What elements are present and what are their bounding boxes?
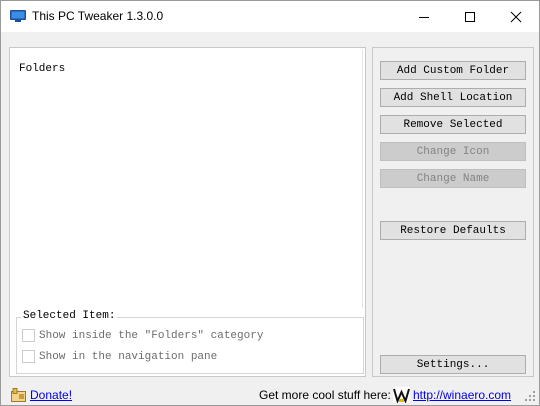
maximize-icon — [465, 11, 475, 22]
add-custom-folder-button[interactable]: Add Custom Folder — [380, 61, 526, 80]
change-name-button[interactable]: Change Name — [380, 169, 526, 188]
window-title: This PC Tweaker 1.3.0.0 — [32, 9, 164, 23]
more-stuff-text: Get more cool stuff here: — [259, 388, 391, 402]
winaero-link[interactable]: http://winaero.com — [413, 388, 511, 402]
show-in-folders-option[interactable]: Show inside the "Folders" category — [22, 329, 263, 342]
close-button[interactable] — [493, 1, 539, 32]
show-in-nav-pane-checkbox[interactable] — [22, 350, 35, 363]
this-pc-icon — [10, 10, 26, 22]
winaero-w-icon — [393, 387, 410, 403]
add-shell-location-button[interactable]: Add Shell Location — [380, 88, 526, 107]
show-in-nav-pane-option[interactable]: Show in the navigation pane — [22, 350, 217, 363]
minimize-button[interactable] — [401, 1, 447, 32]
show-in-folders-label: Show inside the "Folders" category — [39, 329, 264, 342]
maximize-button[interactable] — [447, 1, 493, 32]
actions-panel: Add Custom Folder Add Shell Location Rem… — [372, 47, 534, 377]
change-icon-button[interactable]: Change Icon — [380, 142, 526, 161]
title-bar[interactable]: This PC Tweaker 1.3.0.0 — [1, 1, 539, 32]
donate-link[interactable]: Donate! — [30, 388, 72, 402]
status-bar: Donate! Get more cool stuff here: http:/… — [1, 385, 539, 405]
show-in-nav-pane-label: Show in the navigation pane — [39, 350, 218, 363]
donate-icon — [11, 388, 26, 402]
minimize-icon — [419, 16, 429, 18]
folders-tree-node[interactable]: Folders — [19, 63, 65, 75]
list-divider — [362, 50, 363, 308]
folders-list[interactable]: Folders Selected Item: Show inside the "… — [9, 47, 366, 377]
selected-item-title: Selected Item: — [21, 310, 118, 322]
resize-grip-icon[interactable] — [524, 390, 536, 402]
restore-defaults-button[interactable]: Restore Defaults — [380, 221, 526, 240]
settings-button[interactable]: Settings... — [380, 355, 526, 374]
close-icon — [510, 11, 522, 22]
remove-selected-button[interactable]: Remove Selected — [380, 115, 526, 134]
selected-item-group: Selected Item: Show inside the "Folders"… — [16, 310, 364, 374]
show-in-folders-checkbox[interactable] — [22, 329, 35, 342]
main-window: This PC Tweaker 1.3.0.0 Folders Selected… — [0, 0, 540, 406]
